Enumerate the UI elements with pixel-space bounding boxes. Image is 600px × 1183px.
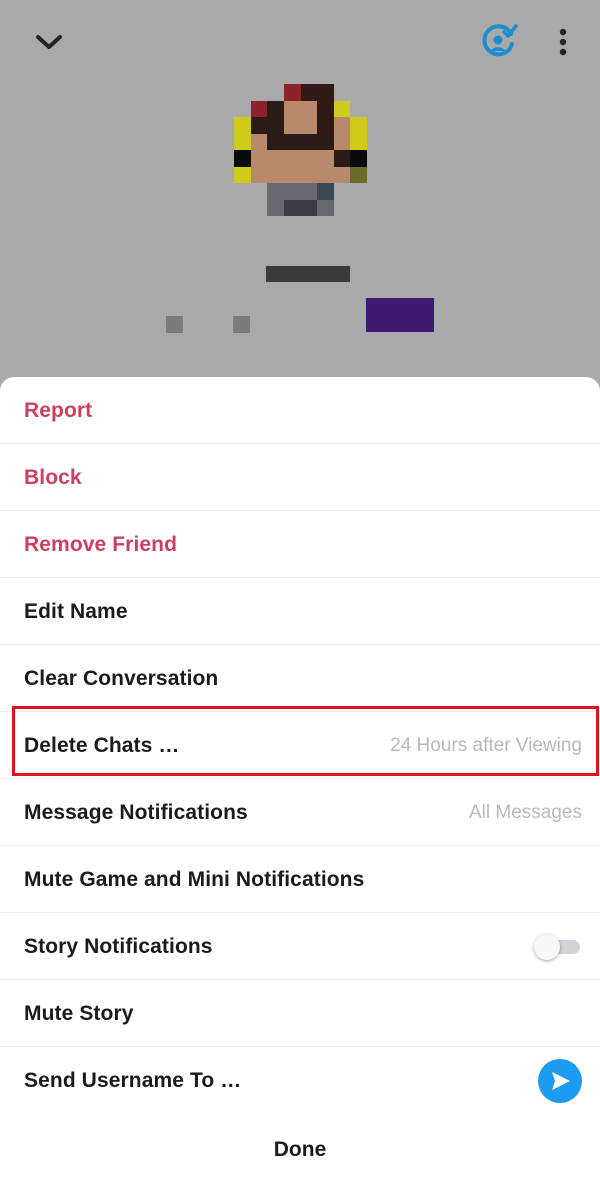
menu-item-label: Mute Game and Mini Notifications	[24, 867, 365, 891]
menu-item-send-username[interactable]: Send Username To …	[0, 1047, 600, 1114]
menu-item-report[interactable]: Report	[0, 377, 600, 444]
menu-item-label: Block	[24, 465, 82, 489]
menu-item-block[interactable]: Block	[0, 444, 600, 511]
menu-item-label: Edit Name	[24, 599, 128, 623]
delete-chats-value: 24 Hours after Viewing	[390, 734, 582, 756]
done-button[interactable]: Done	[0, 1116, 600, 1183]
chevron-down-icon[interactable]	[26, 22, 72, 62]
menu-item-label: Report	[24, 398, 93, 422]
profile-header	[0, 0, 600, 400]
menu-item-label: Clear Conversation	[24, 666, 219, 690]
menu-item-label: Delete Chats …	[24, 733, 180, 757]
redacted-block	[233, 316, 250, 333]
menu-item-label: Remove Friend	[24, 532, 178, 556]
vertical-dots-icon[interactable]	[546, 20, 580, 64]
menu-item-mute-story[interactable]: Mute Story	[0, 980, 600, 1047]
menu-item-clear-conversation[interactable]: Clear Conversation	[0, 645, 600, 712]
menu-item-message-notifications[interactable]: Message Notifications All Messages	[0, 779, 600, 846]
menu-item-label: Send Username To …	[24, 1068, 242, 1092]
redacted-block	[166, 316, 183, 333]
redacted-badge	[366, 298, 434, 332]
menu-item-label: Message Notifications	[24, 800, 248, 824]
story-notifications-toggle[interactable]	[534, 933, 582, 960]
menu-item-edit-name[interactable]: Edit Name	[0, 578, 600, 645]
avatar[interactable]	[234, 84, 367, 216]
spectacles-check-icon[interactable]	[474, 20, 524, 64]
menu-item-remove-friend[interactable]: Remove Friend	[0, 511, 600, 578]
menu-item-story-notifications[interactable]: Story Notifications	[0, 913, 600, 980]
send-arrow-icon[interactable]	[538, 1058, 582, 1103]
menu-item-delete-chats[interactable]: Delete Chats … 24 Hours after Viewing	[0, 712, 600, 779]
menu-item-mute-game-notifications[interactable]: Mute Game and Mini Notifications	[0, 846, 600, 913]
menu-item-label: Story Notifications	[24, 934, 213, 958]
message-notifications-value: All Messages	[469, 801, 582, 823]
display-name-redacted	[266, 266, 350, 282]
menu-item-label: Mute Story	[24, 1001, 134, 1025]
